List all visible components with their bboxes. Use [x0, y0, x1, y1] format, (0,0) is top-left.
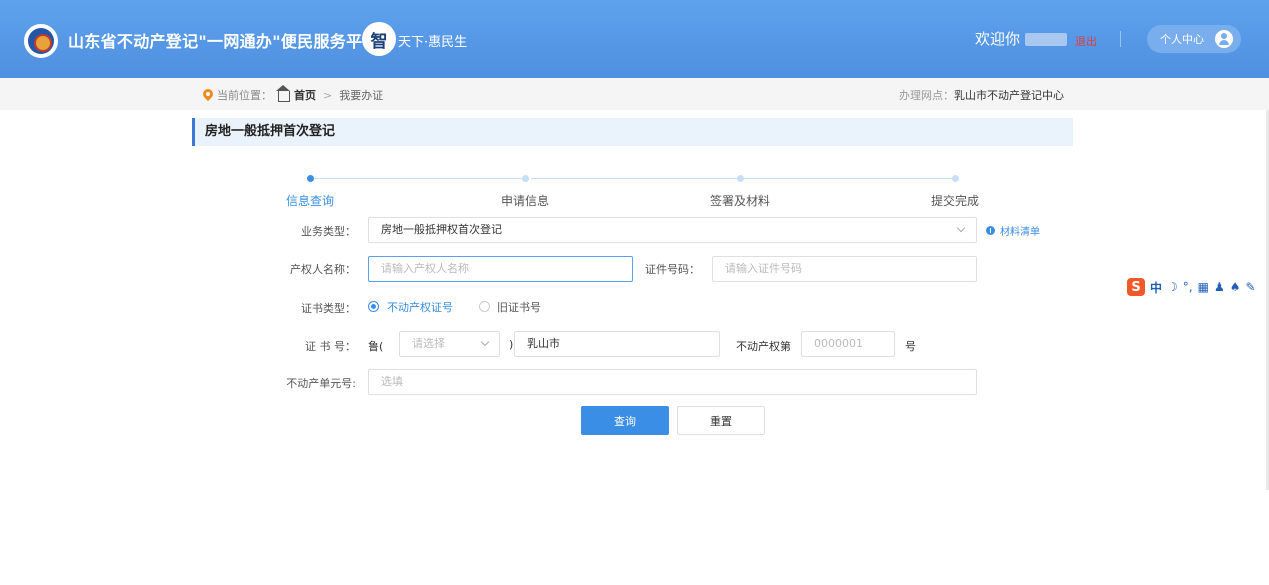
owner-name-label: 产权人名称： [290, 263, 356, 276]
ime-toolbar[interactable]: S 中 ☽ °, ▦ ♟ ♠ ✎ [1125, 277, 1269, 297]
step-dot [307, 175, 314, 182]
top-header: 山东省不动产登记"一网通办"便民服务平台 智 天下·惠民生 欢迎你 退出 个人中… [0, 0, 1269, 78]
site-title: 山东省不动产登记"一网通办"便民服务平台 [68, 32, 379, 51]
hao-suffix: 号 [905, 340, 916, 353]
location-pin-icon [203, 89, 213, 101]
breadcrumb-prefix: 当前位置： [217, 89, 272, 102]
business-type-label: 业务类型： [301, 225, 356, 238]
ime-mode-toggle[interactable]: 中 [1150, 279, 1162, 296]
city-input[interactable]: 乳山市 [514, 331, 720, 357]
id-number-input[interactable]: 请输入证件号码 [712, 256, 977, 282]
radio-old-cert-label[interactable]: 旧证书号 [497, 299, 541, 315]
info-icon [986, 226, 995, 235]
breadcrumb: 当前位置： 首页 > 我要办证 [203, 85, 384, 103]
step-sign-materials: 签署及材料 [709, 194, 771, 208]
step-dot [737, 175, 744, 182]
moon-icon[interactable]: ☽ [1167, 280, 1178, 294]
serial-number-input[interactable]: 0000001 [801, 331, 895, 357]
unit-no-label: 不动产单元号: [286, 377, 356, 390]
office-label: 办理网点： [899, 89, 954, 102]
owner-name-input[interactable]: 请输入产权人名称 [368, 256, 633, 282]
query-button[interactable]: 查询 [581, 406, 669, 435]
slogan-logo-icon: 智 [362, 22, 396, 56]
step-dot [522, 175, 529, 182]
step-connector [744, 178, 952, 179]
step-submit-complete: 提交完成 [930, 194, 980, 208]
ime-logo-icon[interactable]: S [1127, 278, 1145, 296]
skin-icon[interactable]: ♠ [1230, 280, 1241, 294]
office-value: 乳山市不动产登记中心 [954, 89, 1064, 102]
page-title: 房地一般抵押首次登记 [205, 124, 336, 139]
id-number-label: 证件号码： [645, 263, 700, 276]
business-type-select[interactable]: 房地一般抵押权首次登记 [368, 217, 977, 243]
cert-type-label: 证书类型： [301, 302, 356, 315]
breadcrumb-current: 我要办证 [339, 89, 384, 102]
radio-old-cert[interactable] [479, 301, 490, 312]
breadcrumb-home[interactable]: 首页 [294, 87, 316, 103]
home-icon[interactable] [276, 85, 290, 102]
slogan-text: 天下·惠民生 [398, 35, 468, 50]
user-icon [1215, 30, 1233, 48]
cert-no-label: 证 书 号： [305, 340, 356, 353]
header-divider [1120, 31, 1121, 47]
reset-button[interactable]: 重置 [677, 406, 765, 435]
step-connector [314, 178, 524, 179]
step-application-info: 申请信息 [500, 194, 550, 208]
welcome-text: 欢迎你 [975, 30, 1021, 48]
property-right-label: 不动产权第 [736, 340, 791, 353]
platform-logo [24, 24, 58, 58]
step-dot [952, 175, 959, 182]
punctuation-icon[interactable]: °, [1183, 280, 1193, 294]
radio-property-cert-label[interactable]: 不动产权证号 [387, 299, 453, 315]
breadcrumb-bar: 当前位置： 首页 > 我要办证 办理网点：乳山市不动产登记中心 [0, 78, 1269, 110]
personal-center-label: 个人中心 [1160, 33, 1204, 46]
material-list-link[interactable]: 材料清单 [1000, 223, 1040, 238]
breadcrumb-separator: > [323, 88, 333, 102]
cert-no-close-paren: ) [509, 338, 514, 351]
username-redacted [1025, 33, 1067, 46]
radio-property-cert[interactable] [368, 301, 379, 312]
logout-link[interactable]: 退出 [1075, 33, 1097, 49]
tools-icon[interactable]: ✎ [1245, 280, 1255, 294]
step-connector [531, 178, 737, 179]
mic-icon[interactable]: ♟ [1214, 280, 1225, 294]
service-office: 办理网点：乳山市不动产登记中心 [899, 87, 1064, 103]
personal-center-button[interactable]: 个人中心 [1147, 25, 1241, 53]
keyboard-icon[interactable]: ▦ [1198, 280, 1209, 294]
cert-no-prefix: 鲁( [368, 340, 384, 353]
unit-no-input[interactable]: 选填 [368, 369, 977, 395]
section-header: 房地一般抵押首次登记 [192, 118, 1073, 146]
step-info-query: 信息查询 [285, 194, 335, 208]
